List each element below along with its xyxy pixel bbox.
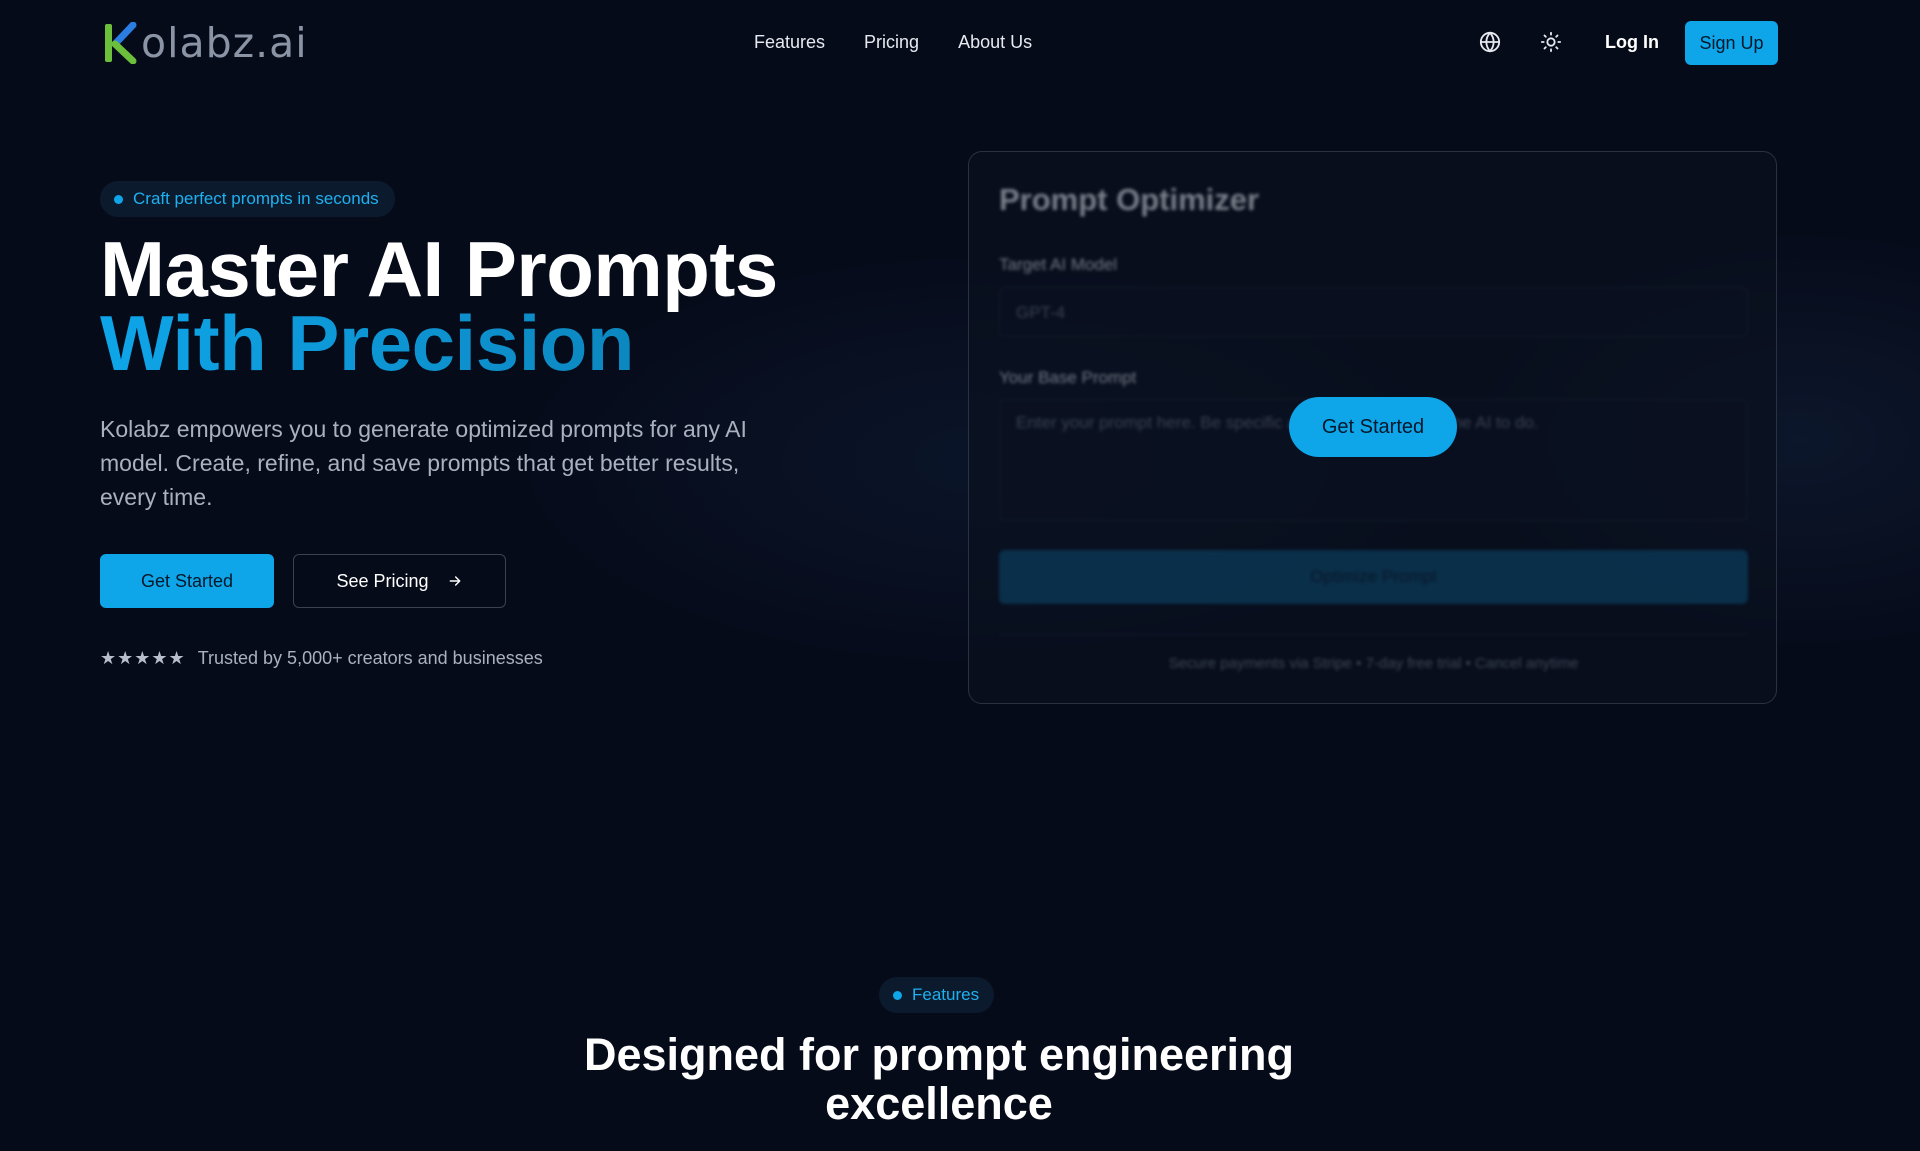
features-title: Designed for prompt engineering excellen…: [0, 1030, 1878, 1128]
hero-title-line2: With Precision: [100, 304, 778, 382]
nav-link-pricing[interactable]: Pricing: [864, 30, 919, 54]
see-pricing-button[interactable]: See Pricing: [293, 554, 506, 608]
badge-dot: [114, 194, 123, 204]
model-select[interactable]: GPT-4: [999, 287, 1748, 337]
get-started-button[interactable]: Get Started: [100, 554, 274, 608]
card-divider: [999, 634, 1748, 635]
card-title: Prompt Optimizer: [999, 182, 1260, 217]
hero-badge-text: Craft perfect prompts in seconds: [133, 189, 379, 208]
hero-badge: Craft perfect prompts in seconds: [100, 181, 395, 217]
card-footer-note: Secure payments via Stripe • 7-day free …: [1168, 655, 1579, 672]
card-get-started-button[interactable]: Get Started: [1289, 397, 1457, 457]
logo-k-icon: [105, 22, 137, 64]
features-badge-text: Features: [912, 985, 980, 1004]
globe-icon: [1479, 31, 1501, 53]
nav-link-about[interactable]: About Us: [958, 30, 1032, 54]
optimize-prompt-button[interactable]: Optimize Prompt: [999, 550, 1748, 604]
language-button[interactable]: [1477, 29, 1503, 55]
top-nav: olabz.ai Features Pricing About Us Log I…: [0, 0, 1920, 86]
login-link[interactable]: Log In: [1605, 30, 1659, 54]
sun-icon: [1540, 31, 1562, 53]
prompt-label: Your Base Prompt: [999, 368, 1137, 387]
hero-description: Kolabz empowers you to generate optimize…: [100, 416, 747, 510]
brand-name: olabz.ai: [141, 19, 308, 67]
theme-toggle-button[interactable]: [1538, 29, 1564, 55]
model-label: Target AI Model: [999, 255, 1118, 274]
signup-button[interactable]: Sign Up: [1685, 21, 1778, 65]
hero-title-line1: Master AI Prompts: [100, 225, 778, 313]
features-badge: Features: [879, 977, 995, 1013]
hero-title: Master AI Prompts With Precision: [100, 225, 778, 382]
star-rating: ★★★★★: [100, 648, 186, 668]
see-pricing-label: See Pricing: [336, 570, 429, 591]
badge-dot: [893, 990, 902, 1000]
nav-link-features[interactable]: Features: [754, 30, 825, 54]
nav-links: Features Pricing About Us: [754, 30, 1032, 54]
features-title-line1: Designed for prompt engineering: [583, 1029, 1295, 1080]
features-title-line2: excellence: [825, 1078, 1053, 1129]
trust-row: ★★★★★ Trusted by 5,000+ creators and bus…: [100, 648, 543, 669]
trust-text: Trusted by 5,000+ creators and businesse…: [197, 648, 543, 668]
arrow-right-icon: [449, 576, 460, 586]
brand-logo[interactable]: olabz.ai: [103, 20, 308, 66]
